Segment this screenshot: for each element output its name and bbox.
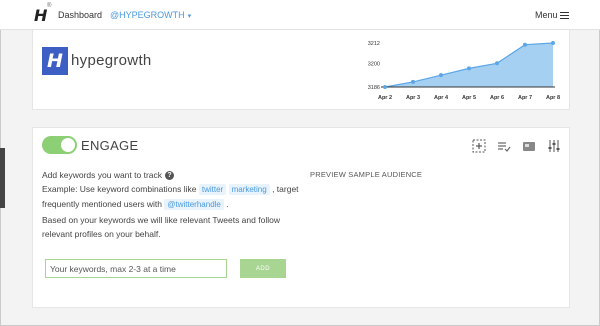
chart-point[interactable] [551,41,555,45]
chart-area [385,43,553,87]
brand-logo-icon: H [42,47,68,75]
chart-point[interactable] [467,66,471,71]
sliders-icon[interactable] [547,139,561,153]
x-tick-label: Apr 2 [378,95,392,101]
side-drawer-handle[interactable] [0,148,5,208]
card-icon[interactable] [522,139,536,153]
chart-point[interactable] [411,79,415,84]
help-line-1: Add keywords you want to track? [42,168,175,182]
help-line-3-suffix: . [226,199,229,209]
help-line-3: frequently mentioned users with @twitter… [42,197,229,211]
hamburger-icon [559,12,569,20]
question-icon[interactable]: ? [165,171,175,181]
help-line-2: Example: Use keyword combinations like t… [42,182,299,196]
menu-label: Menu [535,10,558,20]
x-tick-label: Apr 4 [434,95,449,101]
x-tick-label: Apr 7 [518,95,532,101]
keyword-chip-twitter: twitter [198,184,227,195]
keywords-input[interactable] [45,259,227,278]
x-tick-label: Apr 8 [546,95,560,101]
list-check-icon[interactable] [497,139,511,153]
help-line-5: relevant profiles on your behalf. [42,229,161,239]
help-line-2-suffix: , target [272,184,299,194]
brand-name: hypegrowth [71,52,152,69]
top-navbar: H ® Dashboard @HYPEGROWTH ▾ Menu [0,0,600,30]
y-tick-label: 3200 [368,61,380,67]
chevron-down-icon: ▾ [187,13,192,20]
follower-growth-chart: 3212 3200 3186 Apr 2 Apr 3 Apr 4 Apr 5 Apr 6 Apr… [368,41,560,101]
x-tick-label: Apr 6 [490,95,504,101]
help-line-3-text: frequently mentioned users with [42,199,163,209]
handle-chip: @twitterhandle [164,199,224,210]
help-line-2-text: Example: Use keyword combinations like [42,184,197,194]
account-label: @HYPEGROWTH [110,10,185,20]
nav-dashboard-link[interactable]: Dashboard [58,10,102,20]
help-line-1-text: Add keywords you want to track [42,170,163,180]
x-tick-label: Apr 3 [406,95,420,101]
chart-point[interactable] [523,42,527,47]
x-tick-label: Apr 5 [462,95,476,101]
engage-title: ENGAGE [81,138,139,153]
app-logo[interactable]: H [34,6,47,25]
chart-point[interactable] [383,85,387,89]
target-icon[interactable] [472,139,486,153]
chart-point[interactable] [495,61,499,66]
registered-mark: ® [47,3,52,9]
add-keyword-button[interactable]: ADD [240,259,286,278]
toggle-knob [61,138,75,152]
menu-button[interactable]: Menu [535,10,569,20]
chart-point[interactable] [439,73,443,78]
engage-toggle[interactable] [42,136,77,154]
y-tick-label: 3186 [368,85,380,91]
y-tick-label: 3212 [368,41,380,47]
preview-audience-title: PREVIEW SAMPLE AUDIENCE [310,170,423,179]
help-line-4: Based on your keywords we will like rele… [42,215,280,225]
keyword-chip-marketing: marketing [228,184,270,195]
account-dropdown[interactable]: @HYPEGROWTH ▾ [110,10,191,20]
